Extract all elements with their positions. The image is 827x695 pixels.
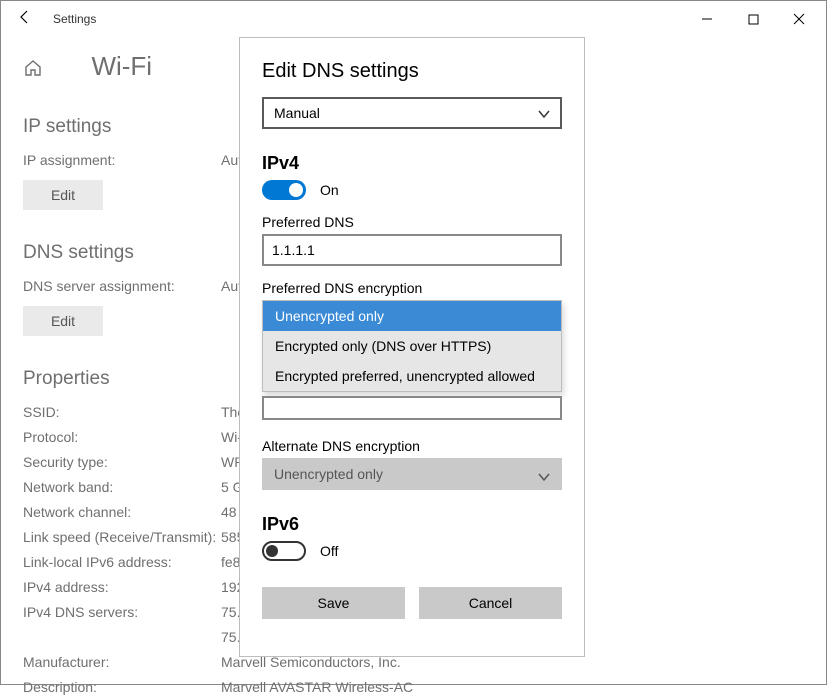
ipv6-toggle[interactable] xyxy=(262,541,306,561)
maximize-button[interactable] xyxy=(730,4,776,34)
property-key: Link-local IPv6 address: xyxy=(23,554,221,570)
arrow-left-icon xyxy=(17,9,33,25)
minimize-icon xyxy=(701,13,713,25)
ipv6-toggle-label: Off xyxy=(320,543,338,559)
property-key: Link speed (Receive/Transmit): xyxy=(23,529,221,545)
maximize-icon xyxy=(748,14,759,25)
back-button[interactable] xyxy=(11,9,39,30)
save-button[interactable]: Save xyxy=(262,587,405,619)
chevron-down-icon xyxy=(536,464,552,496)
alternate-dns-encryption-label: Alternate DNS encryption xyxy=(262,438,562,454)
preferred-dns-input[interactable] xyxy=(262,234,562,266)
ipv6-heading: IPv6 xyxy=(262,514,562,535)
property-key: Manufacturer: xyxy=(23,654,221,670)
property-key: Description: xyxy=(23,679,221,695)
preferred-dns-encryption-dropdown[interactable]: Unencrypted onlyEncrypted only (DNS over… xyxy=(262,300,562,420)
property-key: Network channel: xyxy=(23,504,221,520)
close-button[interactable] xyxy=(776,4,822,34)
preferred-dns-label: Preferred DNS xyxy=(262,214,562,230)
property-key: Security type: xyxy=(23,454,221,470)
property-key: IPv4 DNS servers: xyxy=(23,604,221,620)
cancel-button[interactable]: Cancel xyxy=(419,587,562,619)
dns-mode-select[interactable]: Manual xyxy=(262,97,562,129)
close-icon xyxy=(793,13,805,25)
dns-assignment-label: DNS server assignment: xyxy=(23,278,221,294)
alternate-dns-encryption-value: Unencrypted only xyxy=(274,466,383,482)
property-key: SSID: xyxy=(23,404,221,420)
encryption-option[interactable]: Encrypted preferred, unencrypted allowed xyxy=(263,361,561,391)
property-key: IPv4 address: xyxy=(23,579,221,595)
dns-edit-button[interactable]: Edit xyxy=(23,306,103,336)
property-key: Protocol: xyxy=(23,429,221,445)
ip-edit-button[interactable]: Edit xyxy=(23,180,103,210)
minimize-button[interactable] xyxy=(684,4,730,34)
dns-mode-value: Manual xyxy=(274,105,320,121)
encryption-option[interactable]: Unencrypted only xyxy=(263,301,561,331)
encryption-option[interactable]: Encrypted only (DNS over HTTPS) xyxy=(263,331,561,361)
dropdown-underlying-input[interactable] xyxy=(262,396,562,420)
property-key: Network band: xyxy=(23,479,221,495)
dialog-title: Edit DNS settings xyxy=(262,60,562,83)
ipv4-toggle[interactable] xyxy=(262,180,306,200)
ipv4-heading: IPv4 xyxy=(262,153,562,174)
property-value: 48 xyxy=(221,504,237,520)
page-title: Wi-Fi xyxy=(91,51,152,82)
edit-dns-dialog: Edit DNS settings Manual IPv4 On Preferr… xyxy=(239,37,585,657)
property-row: Description:Marvell AVASTAR Wireless-AC xyxy=(23,679,804,695)
preferred-dns-encryption-label: Preferred DNS encryption xyxy=(262,280,562,296)
ip-assignment-label: IP assignment: xyxy=(23,152,221,168)
title-bar: Settings xyxy=(1,1,826,37)
alternate-dns-encryption-select[interactable]: Unencrypted only xyxy=(262,458,562,490)
home-icon[interactable] xyxy=(23,58,43,83)
chevron-down-icon xyxy=(536,103,552,131)
app-name: Settings xyxy=(53,12,96,26)
ipv4-toggle-label: On xyxy=(320,182,339,198)
property-value: Marvell AVASTAR Wireless-AC xyxy=(221,679,413,695)
